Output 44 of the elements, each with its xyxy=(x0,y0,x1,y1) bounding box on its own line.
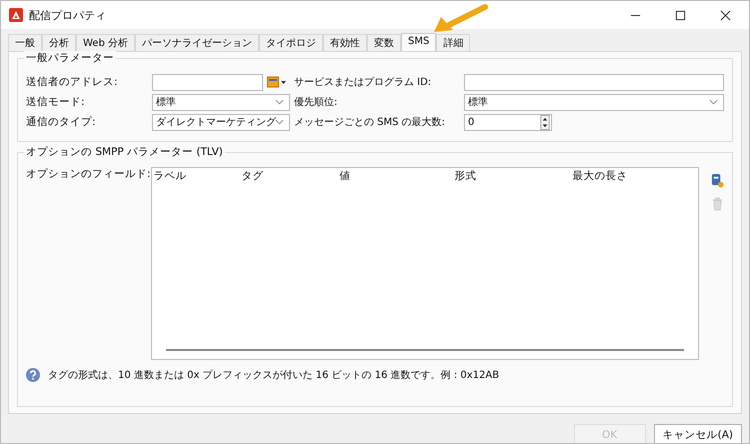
field-label: 通信のタイプ: xyxy=(26,115,97,129)
column-header[interactable]: 形式 xyxy=(454,169,573,183)
field-label: 送信モード: xyxy=(26,95,86,109)
chevron-down-icon[interactable] xyxy=(275,119,284,125)
tab[interactable]: 有効性 xyxy=(322,34,367,51)
column-header[interactable]: ラベル xyxy=(154,169,242,183)
group-title: オプションの SMPP パラメーター (TLV) xyxy=(24,145,225,159)
spinner-icon[interactable] xyxy=(540,114,550,130)
tab[interactable]: 一般 xyxy=(8,34,42,51)
field-label: メッセージごとの SMS の最大数: xyxy=(293,116,446,129)
maximize-icon[interactable] xyxy=(675,10,686,20)
tab[interactable]: 詳細 xyxy=(436,34,470,51)
address-book-icon[interactable] xyxy=(267,76,287,88)
field-label: サービスまたはプログラム ID: xyxy=(293,76,432,89)
field-label: オプションのフィールド: xyxy=(26,167,151,182)
arrow-drawing xyxy=(433,3,489,33)
column-header[interactable]: タグ xyxy=(242,169,340,183)
close-icon[interactable] xyxy=(720,10,731,20)
column-header[interactable]: 値 xyxy=(340,169,455,183)
number-field[interactable]: 0 xyxy=(464,114,552,130)
tab[interactable]: 分析 xyxy=(42,34,76,51)
dropdown[interactable]: 標準 xyxy=(152,94,290,110)
field-label: 送信者のアドレス: xyxy=(26,75,119,89)
input-field[interactable] xyxy=(152,74,263,90)
chevron-down-icon[interactable] xyxy=(275,99,284,105)
add-icon[interactable] xyxy=(711,173,724,188)
scrollbar[interactable] xyxy=(166,349,684,351)
chevron-down-icon[interactable] xyxy=(709,99,718,105)
column-header[interactable]: 最大の長さ xyxy=(572,169,628,183)
app-logo-icon xyxy=(9,8,23,22)
tab[interactable]: Web 分析 xyxy=(76,34,135,51)
window-title: 配信プロパティ xyxy=(29,8,106,22)
help-text: タグの形式は、10 進数または 0x プレフィックスが付いた 16 ビットの 16 進数です。例 : 0x12AB xyxy=(48,368,500,382)
input-field[interactable] xyxy=(464,74,724,90)
tab[interactable]: タイポロジ xyxy=(258,34,323,51)
help-icon xyxy=(26,368,40,382)
field-label: 優先順位: xyxy=(293,96,338,109)
tab[interactable]: SMS xyxy=(400,33,436,51)
dropdown[interactable]: 標準 xyxy=(464,94,724,110)
dialog-button[interactable]: キャンセル(A) xyxy=(654,424,742,443)
tab[interactable]: パーソナライゼーション xyxy=(134,34,259,51)
dropdown[interactable]: ダイレクトマーケティング xyxy=(152,114,290,130)
tab[interactable]: 変数 xyxy=(366,34,401,51)
group-title: 一般パラメーター xyxy=(24,51,116,65)
